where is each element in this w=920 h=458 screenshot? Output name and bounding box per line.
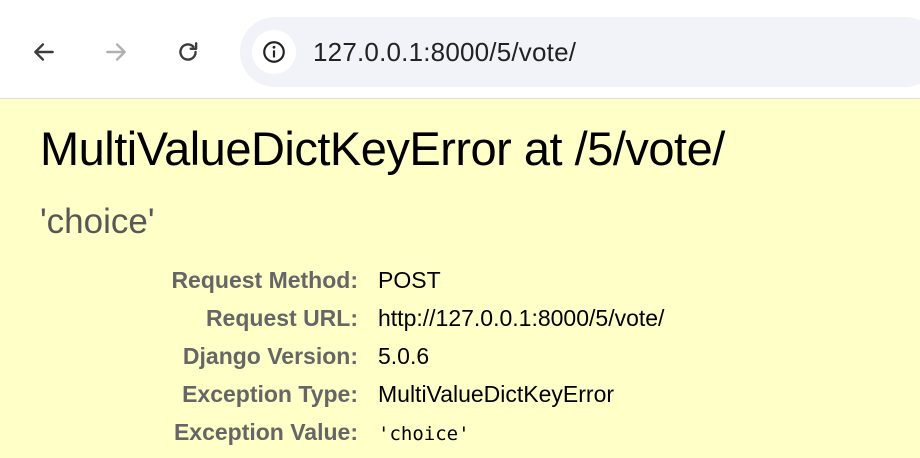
meta-value: MultiValueDictKeyError [378,381,615,407]
meta-row-request-url: Request URL: http://127.0.0.1:8000/5/vot… [0,305,920,343]
meta-value: 'choice' [378,423,470,445]
meta-value: 5.0.6 [378,343,430,369]
reload-icon [179,42,198,61]
meta-row-exception-type: Exception Type: MultiValueDictKeyError [0,381,920,419]
url-text[interactable]: 127.0.0.1:8000/5/vote/ [313,37,576,68]
meta-label: Django Version: [182,343,358,369]
meta-row-django-version: Django Version: 5.0.6 [0,343,920,381]
error-page: MultiValueDictKeyError at /5/vote/ 'choi… [0,99,920,458]
info-icon [263,41,285,63]
meta-label: Request URL: [205,305,358,331]
meta-label: Exception Value: [173,419,358,445]
browser-toolbar: 127.0.0.1:8000/5/vote/ [0,0,920,99]
back-button[interactable] [22,30,66,74]
site-info-button[interactable] [252,30,296,74]
meta-value: http://127.0.0.1:8000/5/vote/ [378,305,665,331]
address-bar[interactable]: 127.0.0.1:8000/5/vote/ [240,17,920,87]
exception-summary: 'choice' [40,202,155,241]
meta-row-exception-value: Exception Value: 'choice' [0,419,920,457]
meta-value: POST [378,267,441,293]
meta-label: Request Method: [171,267,358,293]
reload-button[interactable] [166,30,210,74]
page-title: MultiValueDictKeyError at /5/vote/ [40,122,725,175]
meta-label: Exception Type: [182,381,358,407]
meta-row-request-method: Request Method: POST [0,267,920,305]
arrow-right-icon [106,43,126,61]
arrow-left-icon [34,43,54,61]
forward-button[interactable] [94,30,138,74]
